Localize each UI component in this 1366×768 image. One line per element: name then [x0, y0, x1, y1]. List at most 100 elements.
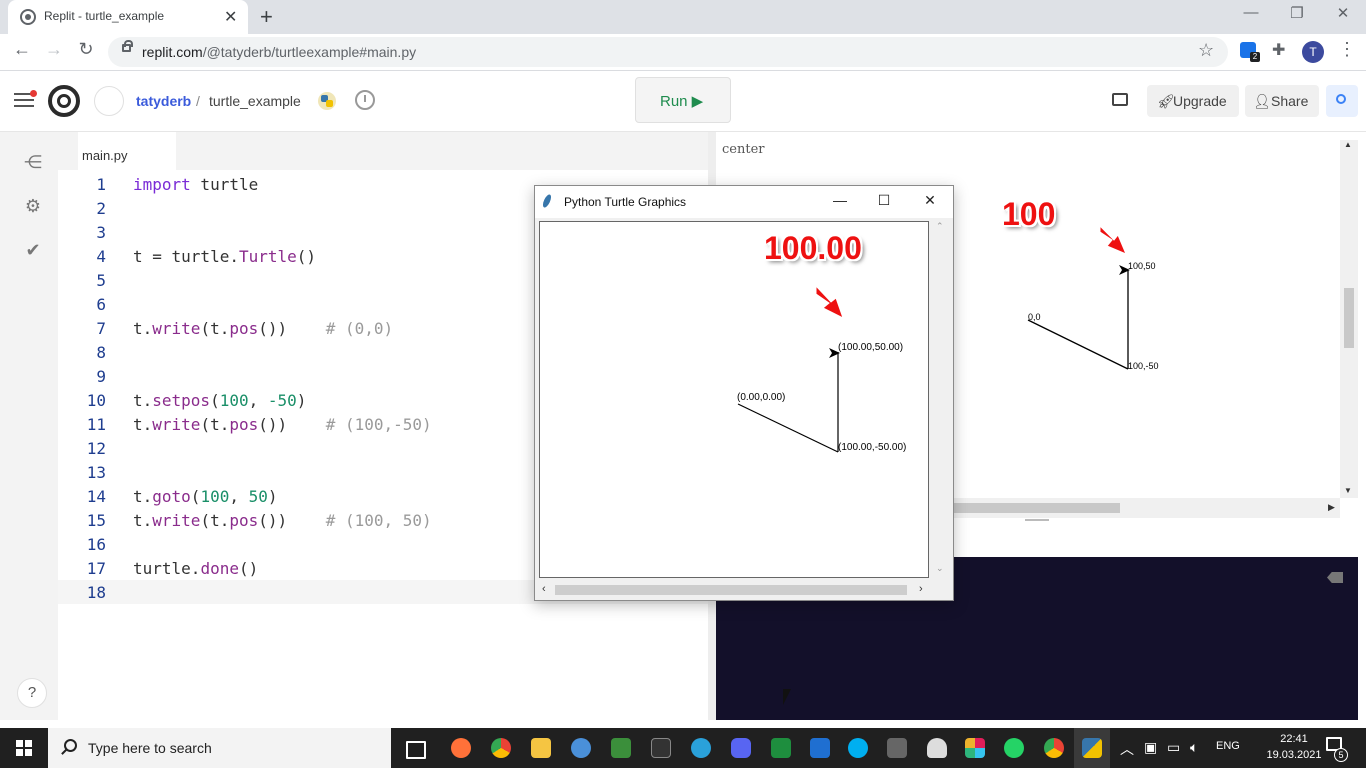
turtle-minimize-icon[interactable]: —: [817, 192, 863, 208]
share-nodes-icon[interactable]: ⋲: [21, 152, 45, 173]
telegram-icon[interactable]: [691, 738, 711, 758]
address-bar[interactable]: replit.com/@tatyderb/turtleexample#main.…: [108, 37, 1228, 67]
app-mask-icon[interactable]: [927, 738, 947, 758]
tray-device-icon[interactable]: ▣: [1144, 739, 1157, 756]
code-line-10[interactable]: t.setpos(100, -50): [133, 391, 306, 410]
line-number: 14: [86, 487, 106, 506]
repl-owner-link[interactable]: tatyderb: [136, 93, 191, 109]
scroll-down-icon[interactable]: ▼: [1344, 486, 1352, 495]
lock-icon[interactable]: [122, 40, 133, 52]
share-button[interactable]: 👤︎ Share: [1245, 85, 1319, 117]
path-segment-1: [1027, 319, 1129, 370]
repl-name[interactable]: turtle_example: [209, 93, 301, 109]
chat-icon[interactable]: [1112, 93, 1128, 106]
turtle-scroll-up-icon[interactable]: ⌃: [936, 221, 944, 232]
reload-icon[interactable]: ↻: [72, 39, 100, 60]
google-sheets-icon[interactable]: [771, 738, 791, 758]
history-icon[interactable]: [355, 90, 375, 110]
chrome-icon-2[interactable]: [1044, 738, 1064, 758]
run-button[interactable]: Run ▶: [635, 77, 731, 123]
code-function: done: [200, 559, 239, 578]
help-button[interactable]: ?: [17, 678, 47, 708]
turtle-scroll-down-icon[interactable]: ⌄: [936, 563, 944, 574]
forward-icon[interactable]: →: [40, 39, 68, 60]
horizontal-scroll-thumb[interactable]: [952, 503, 1120, 513]
task-view-icon[interactable]: [406, 741, 426, 759]
thunderbird-icon[interactable]: [571, 738, 591, 758]
replit-logo-icon[interactable]: [48, 85, 80, 117]
code-line-14[interactable]: t.goto(100, 50): [133, 487, 278, 506]
turtle-horizontal-thumb[interactable]: [555, 585, 907, 595]
language-indicator[interactable]: ENG: [1216, 740, 1240, 752]
scroll-up-icon[interactable]: ▲: [1344, 140, 1352, 149]
scroll-right-icon[interactable]: ▶: [1328, 502, 1335, 513]
browser-tab[interactable]: Replit - turtle_example ✕: [8, 0, 248, 34]
code-function: pos: [229, 415, 259, 434]
search-icon[interactable]: [1326, 85, 1358, 117]
turtle-canvas[interactable]: (0.00,0.00) (100.00,-50.00) (100.00,50.0…: [539, 221, 929, 578]
taskbar-clock[interactable]: 22:41 19.03.2021: [1266, 731, 1322, 763]
tab-close-icon[interactable]: ✕: [224, 7, 237, 27]
app-blue-icon[interactable]: [810, 738, 830, 758]
terminal-icon[interactable]: [651, 738, 671, 758]
window-close-icon[interactable]: ✕: [1320, 4, 1366, 22]
window-minimize-icon[interactable]: —: [1228, 4, 1274, 21]
taskbar-search-box[interactable]: Type here to search: [48, 728, 391, 768]
line-number: 6: [96, 295, 106, 314]
new-tab-icon[interactable]: +: [260, 4, 273, 30]
turtle-close-icon[interactable]: ✕: [907, 192, 953, 209]
file-tab-main[interactable]: main.py: [78, 132, 176, 170]
turtle-graphics-window[interactable]: Python Turtle Graphics — ☐ ✕ (0.00,0.00)…: [534, 185, 954, 601]
windows-start-icon[interactable]: [16, 740, 32, 756]
url-path: /@tatyderb/turtleexample#main.py: [202, 44, 417, 60]
url-text[interactable]: replit.com/@tatyderb/turtleexample#main.…: [142, 44, 416, 60]
resize-handle[interactable]: [1025, 519, 1049, 521]
line-number: 10: [86, 391, 106, 410]
vertical-scroll-thumb[interactable]: [1344, 288, 1354, 348]
back-icon[interactable]: ←: [8, 39, 36, 60]
code-line-4[interactable]: t = turtle.Turtle(): [133, 247, 316, 266]
app-window-icon[interactable]: [887, 738, 907, 758]
whatsapp-icon[interactable]: [1004, 738, 1024, 758]
discord-icon[interactable]: [731, 738, 751, 758]
volume-icon[interactable]: 🔈︎: [1190, 739, 1198, 756]
extensions-puzzle-icon[interactable]: ✚: [1272, 40, 1285, 60]
bookmark-star-icon[interactable]: ☆: [1198, 40, 1214, 61]
turtle-vertical-scrollbar[interactable]: ⌃ ⌄: [933, 221, 949, 578]
turtle-scroll-left-icon[interactable]: ‹: [542, 583, 546, 595]
code-function: goto: [152, 487, 191, 506]
spreadsheet-app-icon[interactable]: [611, 738, 631, 758]
url-host: replit.com: [142, 44, 203, 60]
battery-icon[interactable]: ▭: [1167, 739, 1180, 756]
skype-icon[interactable]: [848, 738, 868, 758]
file-explorer-icon[interactable]: [531, 738, 551, 758]
tray-chevron-icon[interactable]: ︿: [1120, 739, 1134, 759]
clear-console-icon[interactable]: [1327, 572, 1343, 583]
code-function: pos: [229, 511, 259, 530]
turtle-maximize-icon[interactable]: ☐: [861, 192, 907, 209]
browser-menu-icon[interactable]: ⋮: [1338, 39, 1356, 60]
notification-count-badge: 5: [1334, 748, 1348, 762]
code-line-7[interactable]: t.write(t.pos()) # (0,0): [133, 319, 393, 338]
slack-icon[interactable]: [965, 738, 985, 758]
gear-icon[interactable]: ⚙: [21, 196, 45, 217]
code-line-15[interactable]: t.write(t.pos()) # (100, 50): [133, 511, 432, 530]
code-line-11[interactable]: t.write(t.pos()) # (100,-50): [133, 415, 432, 434]
firefox-icon[interactable]: [451, 738, 471, 758]
code-line-1[interactable]: import turtle: [133, 175, 258, 194]
turtle-horizontal-scrollbar[interactable]: ‹ ›: [539, 582, 929, 598]
upgrade-button[interactable]: 🚀︎ Upgrade: [1147, 85, 1239, 117]
webview-vertical-scrollbar[interactable]: ▲ ▼: [1340, 140, 1358, 498]
chrome-icon[interactable]: [491, 738, 511, 758]
code-text: (: [190, 487, 201, 506]
window-restore-icon[interactable]: ❐: [1274, 4, 1320, 22]
user-avatar[interactable]: [94, 86, 124, 116]
left-sidebar: ⋲ ⚙ ✔ ?: [0, 132, 58, 720]
python-language-icon[interactable]: [318, 92, 336, 110]
python-taskbar-item[interactable]: [1074, 728, 1110, 768]
code-line-17[interactable]: turtle.done(): [133, 559, 258, 578]
profile-avatar[interactable]: T: [1302, 41, 1324, 63]
check-icon[interactable]: ✔: [21, 240, 45, 261]
turtle-scroll-right-icon[interactable]: ›: [919, 583, 923, 595]
turtle-window-titlebar[interactable]: Python Turtle Graphics — ☐ ✕: [535, 186, 953, 218]
